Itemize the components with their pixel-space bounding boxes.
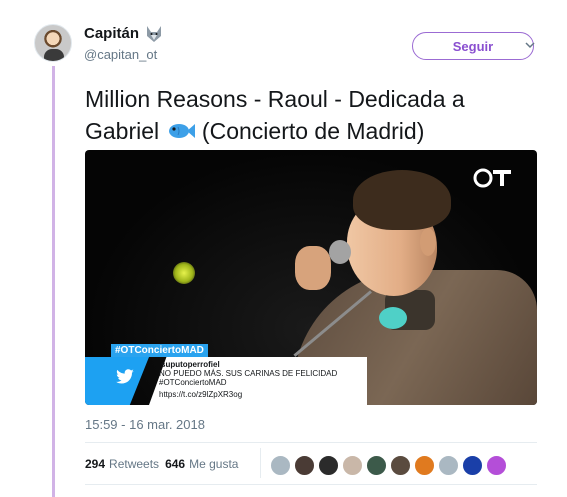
author-handle[interactable]: @capitan_ot bbox=[84, 47, 157, 62]
liker-avatar-5[interactable] bbox=[366, 455, 387, 476]
likes-count: 646 bbox=[165, 457, 186, 471]
fish-icon bbox=[168, 124, 195, 138]
liker-avatar-4[interactable] bbox=[342, 455, 363, 476]
overlay-hashtag: #OTConciertoMAD bbox=[111, 344, 208, 357]
likes-stat[interactable]: 646 Me gusta bbox=[165, 457, 238, 471]
liker-avatar-9[interactable] bbox=[462, 455, 483, 476]
divider-bottom bbox=[85, 484, 537, 485]
liker-avatar-6[interactable] bbox=[390, 455, 411, 476]
wolf-icon bbox=[147, 25, 162, 42]
stage-light bbox=[173, 262, 195, 284]
ot-logo-icon bbox=[473, 168, 511, 188]
overlay-link: https://t.co/z9lZpXR3og bbox=[159, 390, 243, 399]
divider-top bbox=[85, 442, 537, 443]
liker-avatar-10[interactable] bbox=[486, 455, 507, 476]
tweet-stats: 294 Retweets 646 Me gusta bbox=[85, 457, 238, 471]
stats-separator bbox=[260, 448, 261, 478]
tweet-video-media[interactable]: #OTConciertoMAD suputoperrofiel NO PUEDO… bbox=[85, 150, 537, 405]
liker-avatar-8[interactable] bbox=[438, 455, 459, 476]
follow-button[interactable]: Seguir bbox=[412, 32, 534, 60]
liker-avatar-1[interactable] bbox=[270, 455, 291, 476]
likers-avatars bbox=[270, 455, 507, 476]
tweet-text: Million Reasons - Raoul - Dedicada a Gab… bbox=[85, 83, 525, 147]
tweet-text-part-2: (Concierto de Madrid) bbox=[195, 118, 425, 144]
thread-line bbox=[52, 66, 55, 497]
tweet-timestamp[interactable]: 15:59 - 16 mar. 2018 bbox=[85, 417, 205, 432]
liker-avatar-3[interactable] bbox=[318, 455, 339, 476]
singer-hair bbox=[353, 170, 451, 230]
twitter-bird-icon bbox=[116, 369, 134, 384]
retweets-label: Retweets bbox=[109, 457, 160, 471]
author-avatar[interactable] bbox=[34, 24, 72, 62]
singer-ear bbox=[420, 228, 436, 256]
singer-hand bbox=[295, 246, 331, 290]
likes-label: Me gusta bbox=[189, 457, 239, 471]
fish-pin bbox=[379, 307, 407, 329]
overlay-username: suputoperrofiel bbox=[161, 360, 220, 369]
liker-avatar-7[interactable] bbox=[414, 455, 435, 476]
author-display-name[interactable]: Capitán bbox=[84, 25, 139, 42]
author-name-row: Capitán bbox=[84, 25, 163, 42]
liker-avatar-2[interactable] bbox=[294, 455, 315, 476]
retweets-stat[interactable]: 294 Retweets bbox=[85, 457, 159, 471]
chevron-down-icon[interactable] bbox=[523, 38, 537, 52]
microphone bbox=[329, 240, 351, 264]
overlay-text: NO PUEDO MÁS. SUS CARINAS DE FELICIDAD #… bbox=[159, 369, 338, 387]
retweets-count: 294 bbox=[85, 457, 106, 471]
